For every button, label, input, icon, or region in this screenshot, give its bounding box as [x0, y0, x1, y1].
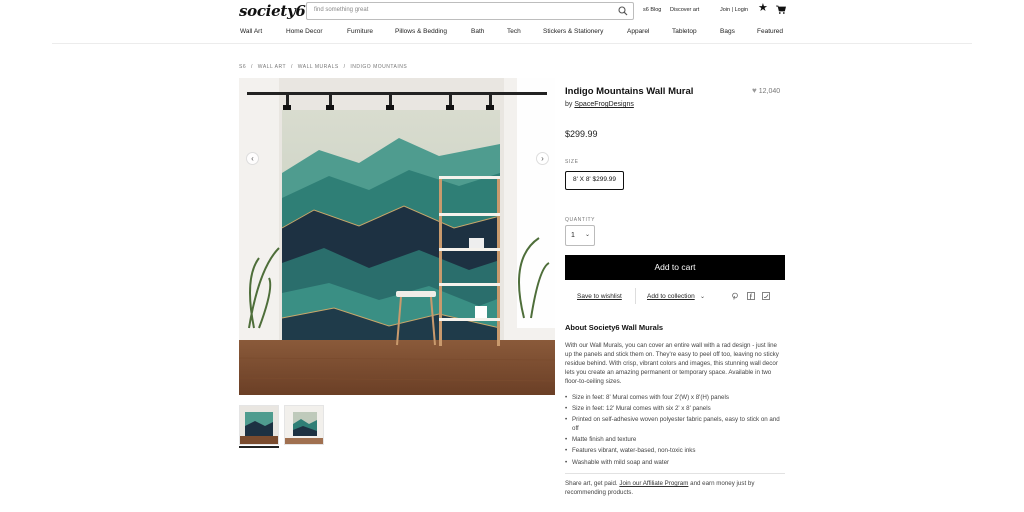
list-item: Matte finish and texture	[565, 435, 787, 444]
nav-bags[interactable]: Bags	[720, 28, 735, 35]
action-divider	[635, 288, 636, 304]
facebook-icon[interactable]	[747, 292, 755, 300]
feature-list: Size in feet: 8' Mural comes with four 2…	[565, 393, 787, 469]
room-mural-scene	[239, 78, 555, 395]
join-login-link[interactable]: Join | Login	[720, 7, 748, 13]
list-item: Features vibrant, water-based, non-toxic…	[565, 446, 787, 455]
artist-line: by SpaceFrogDesigns	[565, 101, 634, 108]
affiliate-text: Share art, get paid. Join our Affiliate …	[565, 479, 785, 497]
section-divider	[565, 473, 785, 474]
breadcrumb: S6 / WALL ART / WALL MURALS / INDIGO MOU…	[239, 64, 410, 70]
chevron-right-icon[interactable]: ›	[536, 152, 549, 165]
quantity-label: QUANTITY	[565, 217, 596, 223]
nav-wall-art[interactable]: Wall Art	[240, 28, 262, 35]
nav-stickers-stationery[interactable]: Stickers & Stationery	[543, 28, 603, 35]
thumbnail-selected-indicator	[239, 446, 279, 448]
size-label: SIZE	[565, 159, 579, 165]
nav-tech[interactable]: Tech	[507, 28, 521, 35]
blog-link[interactable]: s6 Blog	[643, 7, 661, 13]
society6-logo[interactable]: society6	[239, 2, 306, 20]
thumbnail-design[interactable]	[284, 405, 324, 445]
breadcrumb-wall-art[interactable]: WALL ART	[258, 64, 286, 70]
save-to-wishlist-link[interactable]: Save to wishlist	[577, 293, 622, 300]
product-title: Indigo Mountains Wall Mural	[565, 86, 694, 97]
pinterest-icon[interactable]	[731, 292, 739, 300]
list-item: Printed on self-adhesive woven polyester…	[565, 415, 787, 433]
by-label: by	[565, 101, 573, 108]
quantity-value: 1	[571, 232, 575, 239]
breadcrumb-sep: /	[290, 64, 293, 70]
list-item: Washable with mild soap and water	[565, 458, 787, 467]
header-divider	[52, 43, 972, 44]
add-to-cart-button[interactable]: Add to cart	[565, 255, 785, 280]
quantity-select[interactable]: 1 ⌄	[565, 225, 595, 246]
thumbnail-room[interactable]	[239, 405, 279, 445]
product-main-image[interactable]	[239, 78, 555, 395]
star-icon[interactable]: ★	[758, 3, 768, 14]
chevron-left-icon[interactable]: ‹	[246, 152, 259, 165]
breadcrumb-sep: /	[343, 64, 346, 70]
like-count[interactable]: ♥ 12,040	[752, 86, 780, 95]
nav-furniture[interactable]: Furniture	[347, 28, 373, 35]
twitter-icon[interactable]	[762, 292, 770, 300]
about-heading: About Society6 Wall Murals	[565, 323, 664, 332]
share-pre: Share art, get paid.	[565, 480, 618, 487]
breadcrumb-home[interactable]: S6	[239, 64, 246, 70]
nav-home-decor[interactable]: Home Decor	[286, 28, 322, 35]
collection-chevron-icon[interactable]: ⌄	[700, 293, 705, 300]
likes-value: 12,040	[758, 88, 781, 95]
size-option-button[interactable]: 8' X 8' $299.99	[565, 171, 624, 190]
list-item: Size in feet: 8' Mural comes with four 2…	[565, 393, 787, 402]
nav-apparel[interactable]: Apparel	[627, 28, 649, 35]
breadcrumb-sep: /	[251, 64, 253, 70]
search-input[interactable]: find something great	[314, 7, 368, 13]
about-paragraph: With our Wall Murals, you can cover an e…	[565, 342, 779, 386]
breadcrumb-wall-murals[interactable]: WALL MURALS	[298, 64, 339, 70]
heart-icon[interactable]: ♥	[752, 86, 757, 95]
chevron-down-icon: ⌄	[584, 232, 590, 238]
product-price: $299.99	[565, 129, 598, 139]
nav-pillows-bedding[interactable]: Pillows & Bedding	[395, 28, 447, 35]
cart-icon[interactable]	[776, 5, 786, 14]
nav-featured[interactable]: Featured	[757, 28, 783, 35]
breadcrumb-current: INDIGO MOUNTAINS	[350, 64, 408, 70]
nav-tabletop[interactable]: Tabletop	[672, 28, 697, 35]
nav-bath[interactable]: Bath	[471, 28, 484, 35]
search-icon[interactable]	[618, 6, 628, 16]
add-to-collection-link[interactable]: Add to collection	[647, 293, 695, 300]
search-bar[interactable]: find something great	[306, 2, 634, 20]
affiliate-program-link[interactable]: Join our Affiliate Program	[619, 480, 688, 487]
list-item: Size in feet: 12' Mural comes with six 2…	[565, 404, 787, 413]
artist-link[interactable]: SpaceFrogDesigns	[574, 101, 634, 108]
discover-art-link[interactable]: Discover art	[670, 7, 699, 13]
